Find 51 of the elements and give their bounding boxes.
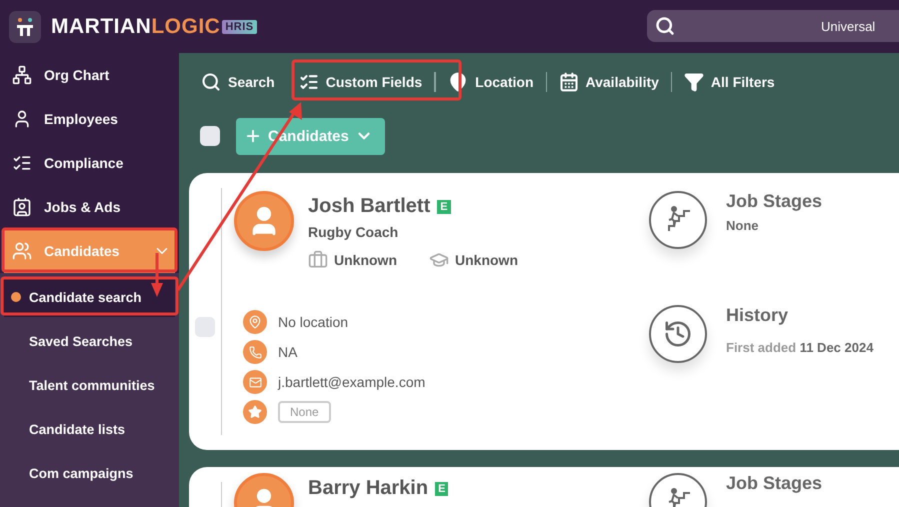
- plus-icon: [244, 127, 262, 145]
- tag-chip: None: [278, 401, 331, 423]
- sidebar-item[interactable]: Org Chart: [0, 53, 179, 97]
- briefcase-icon: [308, 250, 328, 270]
- submenu-item[interactable]: Saved Searches: [0, 321, 179, 361]
- search-icon: [655, 16, 675, 36]
- select-all-checkbox[interactable]: [200, 126, 220, 146]
- history-text: First added 11 Dec 2024: [726, 340, 874, 355]
- calendar-icon: [558, 72, 579, 92]
- education-text: Unknown: [455, 252, 518, 268]
- filter-button[interactable]: Custom Fields: [286, 72, 434, 92]
- location-pin-icon: [243, 310, 267, 334]
- experience-text: Unknown: [334, 252, 397, 268]
- section-title: Job Stages: [726, 191, 822, 212]
- funnel-icon: [684, 72, 704, 92]
- location-text: No location: [278, 314, 348, 330]
- sidebar-item[interactable]: Employees: [0, 97, 179, 141]
- sidebar-item[interactable]: Jobs & Ads: [0, 185, 179, 229]
- email-text: j.bartlett@example.com: [278, 374, 426, 390]
- history-icon: [663, 319, 693, 349]
- filter-button[interactable]: Availability: [546, 72, 671, 92]
- submenu-item[interactable]: Com campaigns: [0, 453, 179, 493]
- submenu-item[interactable]: Talent communities: [0, 365, 179, 405]
- app-logo-text: MARTIANLOGIC HRIS: [51, 14, 257, 38]
- search-field[interactable]: Universal: [647, 10, 899, 42]
- status-badge: E: [437, 200, 451, 214]
- annotation-arrow: [151, 253, 163, 297]
- candidate-name[interactable]: Barry Harkin: [308, 477, 428, 500]
- nav-icon: [12, 241, 32, 261]
- job-title: Rugby Coach: [308, 224, 400, 240]
- avatar-icon: [234, 191, 294, 251]
- candidate-name[interactable]: Josh Bartlett: [308, 195, 430, 218]
- status-badge: E: [435, 482, 448, 496]
- search-icon: [201, 72, 221, 92]
- nav-icon: [12, 197, 32, 217]
- phone-text: NA: [278, 344, 298, 360]
- nav-icon: [12, 65, 32, 85]
- submenu-item[interactable]: Candidate lists: [0, 409, 179, 449]
- phone-icon: [243, 340, 267, 364]
- active-dot-icon: [11, 292, 21, 302]
- job-stages-value: None: [726, 218, 760, 233]
- mail-icon: [243, 370, 267, 394]
- sidebar-item[interactable]: Compliance: [0, 141, 179, 185]
- logo-icon: [9, 10, 41, 42]
- location-pin-icon: [448, 72, 468, 92]
- filter-button[interactable]: Search: [189, 72, 287, 92]
- section-title: Job Stages: [726, 473, 822, 494]
- filter-button[interactable]: Location: [436, 72, 546, 92]
- checklist-icon: [298, 72, 319, 92]
- section-title: History: [726, 305, 790, 326]
- filter-button[interactable]: All Filters: [672, 72, 787, 92]
